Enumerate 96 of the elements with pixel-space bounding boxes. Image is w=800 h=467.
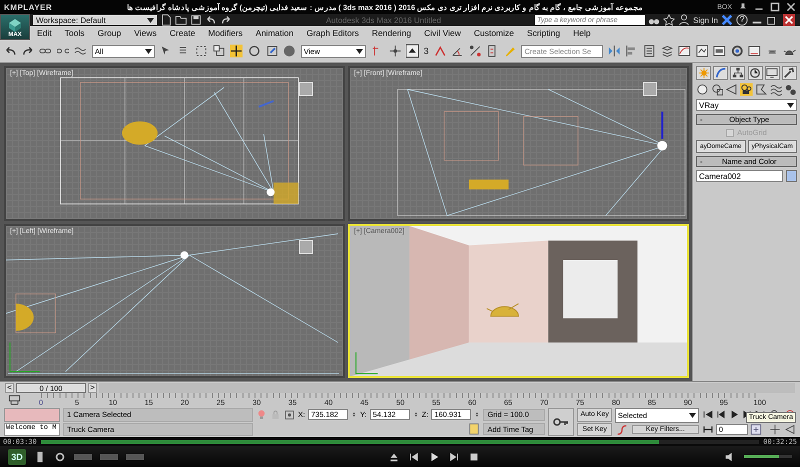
shapes-icon[interactable] <box>710 83 724 96</box>
menu-item[interactable]: Help <box>573 28 591 38</box>
help-icon[interactable] <box>736 14 748 26</box>
window-crossing-icon[interactable] <box>212 44 226 58</box>
hierarchy-icon[interactable] <box>732 67 744 79</box>
redo-icon[interactable] <box>220 14 232 26</box>
menu-item[interactable]: Scripting <box>527 28 560 38</box>
undo-icon[interactable] <box>205 14 217 26</box>
close-icon[interactable] <box>781 14 797 26</box>
region-select-icon[interactable] <box>195 44 208 58</box>
scale-icon[interactable] <box>266 44 278 58</box>
menu-item[interactable]: Modifiers <box>208 28 243 38</box>
field-of-view-icon[interactable] <box>784 424 796 435</box>
move-icon[interactable] <box>230 44 244 58</box>
lights-icon[interactable] <box>725 83 738 96</box>
settings-icon[interactable] <box>54 450 66 462</box>
time-slider-track[interactable] <box>99 382 795 392</box>
star-icon[interactable] <box>663 14 676 26</box>
caret-icon[interactable] <box>147 18 154 22</box>
option-button[interactable] <box>100 454 118 460</box>
caret-icon[interactable] <box>688 412 696 418</box>
key-tangent-icon[interactable] <box>614 424 629 436</box>
mirror-icon[interactable] <box>608 44 620 58</box>
option-button[interactable] <box>74 454 92 460</box>
open-folder-icon[interactable] <box>175 14 187 26</box>
object-color-swatch[interactable] <box>786 170 797 182</box>
snap-toggle-label[interactable]: 3 <box>424 46 429 56</box>
workspace-label: Workspace: Default <box>36 16 106 24</box>
caret-icon[interactable] <box>787 102 794 108</box>
user-icon[interactable] <box>678 14 690 26</box>
menu-item[interactable]: Customize <box>474 28 514 38</box>
volume-slider[interactable] <box>744 455 792 458</box>
go-to-start-icon[interactable] <box>702 409 714 420</box>
close-icon[interactable] <box>786 2 796 12</box>
category-dropdown[interactable]: VRay <box>696 99 797 111</box>
window-title: Autodesk 3ds Max 2016 Untitled <box>324 16 442 24</box>
utilities-icon[interactable] <box>783 67 796 79</box>
key-icon <box>553 417 570 427</box>
helpers-icon[interactable] <box>754 83 768 96</box>
rendered-frame-icon[interactable] <box>748 44 761 58</box>
snap-icon[interactable] <box>434 44 446 58</box>
time-tag-icon[interactable] <box>468 423 480 436</box>
caret-icon[interactable] <box>145 48 152 54</box>
next-frame-button[interactable]: > <box>88 382 97 392</box>
menu-item[interactable]: Edit <box>37 28 52 38</box>
geometry-icon[interactable] <box>696 83 709 96</box>
key-mode-toggle-icon[interactable] <box>702 424 714 435</box>
modify-icon[interactable] <box>714 67 727 79</box>
camera-icon[interactable] <box>740 83 753 96</box>
pan-icon[interactable] <box>768 424 781 435</box>
absolute-mode-icon[interactable] <box>284 408 295 421</box>
previous-frame-button[interactable]: < <box>5 382 14 392</box>
menu-item[interactable]: Graph Editors <box>306 28 359 38</box>
workspace-dropdown[interactable]: Workspace: Default <box>33 15 157 25</box>
player-logo: KMPLAYER <box>4 2 52 12</box>
display-icon[interactable] <box>766 67 778 79</box>
previous-icon[interactable] <box>408 450 420 462</box>
keyboard-shortcut-icon[interactable] <box>406 44 419 58</box>
material-editor-icon[interactable] <box>713 44 726 58</box>
render-setup-icon[interactable] <box>730 44 744 58</box>
new-file-icon[interactable] <box>160 14 172 26</box>
menu-item[interactable]: Tools <box>64 28 84 38</box>
rotate-icon[interactable] <box>248 44 261 58</box>
sign-in-link[interactable]: Sign In <box>693 16 718 24</box>
sphere-icon[interactable] <box>283 44 296 58</box>
space-warps-icon[interactable] <box>770 83 782 96</box>
viewcube-icon[interactable] <box>299 240 313 254</box>
menu-item[interactable]: Rendering <box>372 28 412 38</box>
option-button[interactable] <box>126 454 144 460</box>
object-name-field[interactable]: Camera002 <box>696 170 783 182</box>
maximize-icon[interactable] <box>770 2 780 12</box>
3d-mode-button[interactable]: 3D <box>8 448 26 464</box>
layer-list-icon[interactable] <box>642 44 656 58</box>
restore-icon[interactable] <box>766 14 778 26</box>
menu-item[interactable]: Civil View <box>424 28 461 38</box>
next-icon[interactable] <box>448 450 460 462</box>
curve-editor-icon[interactable] <box>678 44 691 58</box>
time-configuration-icon[interactable] <box>750 424 762 435</box>
mini-curve-editor-icon[interactable] <box>8 394 21 406</box>
align-icon[interactable] <box>625 44 638 58</box>
menu-item[interactable]: Create <box>170 28 196 38</box>
systems-icon[interactable] <box>784 83 798 96</box>
stop-icon[interactable] <box>468 450 480 462</box>
caret-icon[interactable] <box>356 48 363 54</box>
menu-item[interactable]: Views <box>134 28 157 38</box>
save-icon[interactable] <box>190 14 202 26</box>
menu-item[interactable]: Group <box>98 28 122 38</box>
layers-icon[interactable] <box>660 44 674 58</box>
schematic-view-icon[interactable] <box>696 44 708 58</box>
previous-frame-icon[interactable] <box>714 409 727 420</box>
set-keys-button[interactable] <box>548 408 574 436</box>
seek-bar[interactable] <box>40 440 760 444</box>
percent-snap-icon[interactable] <box>468 44 482 58</box>
axes-icon[interactable] <box>388 44 402 58</box>
motion-icon[interactable] <box>749 67 762 79</box>
menu-item[interactable]: Animation <box>256 28 294 38</box>
